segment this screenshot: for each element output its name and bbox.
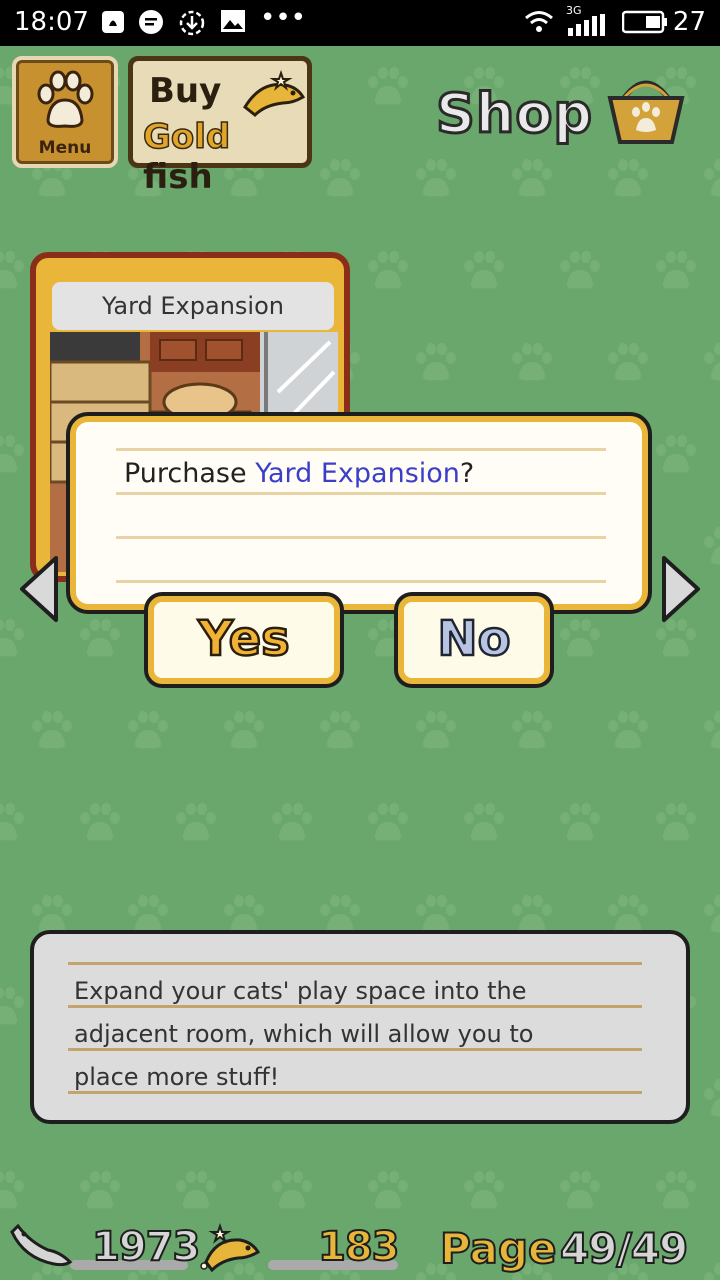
paw-pattern-icon — [700, 710, 720, 752]
paw-pattern-icon — [220, 710, 268, 752]
paw-pattern-icon — [700, 342, 720, 384]
dialog-message: Purchase Yard Expansion? — [124, 458, 474, 489]
paw-pattern-icon — [556, 618, 604, 660]
paw-pattern-icon — [652, 434, 700, 476]
battery-icon — [622, 10, 667, 34]
item-description: Expand your cats' play space into the ad… — [74, 970, 654, 1099]
paw-pattern-icon — [412, 158, 460, 200]
description-line: adjacent room, which will allow you to — [74, 1020, 534, 1048]
paw-pattern-icon — [412, 710, 460, 752]
paw-pattern-icon — [556, 1170, 604, 1212]
paw-pattern-icon — [604, 158, 652, 200]
paw-pattern-icon — [364, 1170, 412, 1212]
more-notifications-icon: ••• — [260, 3, 307, 33]
paw-pattern-icon — [0, 1170, 28, 1212]
paw-pattern-icon — [508, 342, 556, 384]
paw-pattern-icon — [460, 802, 508, 844]
menu-button[interactable]: Menu — [12, 56, 118, 168]
buy-label: Buy — [149, 71, 222, 111]
paw-pattern-icon — [556, 802, 604, 844]
purchase-confirmation-dialog: Purchase Yard Expansion? — [70, 416, 648, 610]
signal-icon — [568, 14, 605, 36]
paw-pattern-icon — [700, 158, 720, 200]
no-button[interactable]: No — [398, 596, 550, 684]
paw-pattern-icon — [0, 802, 28, 844]
shop-basket-icon — [607, 80, 685, 144]
gold-fish-count: 183 — [317, 1223, 400, 1271]
dialog-suffix: ? — [459, 458, 475, 489]
paw-pattern-icon — [604, 342, 652, 384]
dialog-prefix: Purchase — [124, 458, 256, 489]
page-title: Shop — [434, 81, 594, 147]
paw-pattern-icon — [364, 250, 412, 292]
silver-fish-count: 1973 — [91, 1223, 201, 1271]
battery-level: 27 — [672, 7, 706, 37]
paw-pattern-icon — [0, 986, 28, 1028]
paw-pattern-icon — [652, 1170, 700, 1212]
status-bar: 18:07 ••• 3G 27 — [0, 0, 720, 46]
paw-pattern-icon — [172, 802, 220, 844]
paw-pattern-icon — [364, 802, 412, 844]
goldfish-label: Gold fish — [142, 116, 307, 197]
paw-pattern-icon — [316, 710, 364, 752]
paw-pattern-icon — [412, 342, 460, 384]
paw-pattern-icon — [316, 158, 364, 200]
yes-button[interactable]: Yes — [148, 596, 340, 684]
paw-pattern-icon — [124, 710, 172, 752]
paw-pattern-icon — [364, 66, 412, 108]
paw-pattern-icon — [700, 894, 720, 936]
menu-label: Menu — [38, 138, 92, 158]
status-time: 18:07 — [14, 7, 89, 37]
next-page-arrow-icon[interactable] — [658, 554, 702, 624]
paw-pattern-icon — [172, 1170, 220, 1212]
page-label: Page — [439, 1223, 558, 1274]
gold-fish-icon — [200, 1222, 261, 1273]
item-description-panel: Expand your cats' play space into the ad… — [30, 930, 690, 1124]
footer-bar: 1973 183 Page 49/49 — [0, 1212, 720, 1280]
download-icon — [179, 10, 205, 36]
goldfish-icon — [243, 69, 306, 118]
fish-word: fish — [143, 157, 213, 197]
silver-fish-icon — [10, 1223, 73, 1267]
paw-pattern-icon — [0, 434, 28, 476]
paw-pattern-icon — [652, 802, 700, 844]
paw-pattern-icon — [508, 158, 556, 200]
paw-pattern-icon — [652, 618, 700, 660]
paw-pattern-icon — [76, 618, 124, 660]
card-title: Yard Expansion — [52, 282, 334, 330]
description-line: place more stuff! — [74, 1063, 280, 1091]
paw-pattern-icon — [0, 250, 28, 292]
paw-pattern-icon — [28, 710, 76, 752]
paw-pattern-icon — [556, 250, 604, 292]
dialog-item-name: Yard Expansion — [255, 458, 460, 489]
notification-icon — [102, 11, 124, 33]
paw-pattern-icon — [604, 710, 652, 752]
page-number: 49/49 — [559, 1223, 689, 1274]
description-line: Expand your cats' play space into the — [74, 977, 527, 1005]
gold-word: Gold — [142, 116, 231, 158]
paw-pattern-icon — [508, 710, 556, 752]
paw-pattern-icon — [268, 802, 316, 844]
wifi-icon — [525, 11, 553, 32]
paw-pattern-icon — [652, 250, 700, 292]
chat-icon — [139, 10, 163, 34]
image-icon — [221, 10, 245, 32]
paw-icon — [37, 70, 94, 128]
paw-pattern-icon — [76, 802, 124, 844]
paw-pattern-icon — [76, 1170, 124, 1212]
buy-goldfish-button[interactable]: Buy Gold fish — [128, 56, 312, 197]
paw-pattern-icon — [700, 1078, 720, 1120]
paw-pattern-icon — [460, 250, 508, 292]
paw-pattern-icon — [0, 618, 28, 660]
paw-pattern-icon — [700, 526, 720, 568]
paw-pattern-icon — [460, 1170, 508, 1212]
previous-page-arrow-icon[interactable] — [18, 554, 62, 624]
paw-pattern-icon — [268, 1170, 316, 1212]
